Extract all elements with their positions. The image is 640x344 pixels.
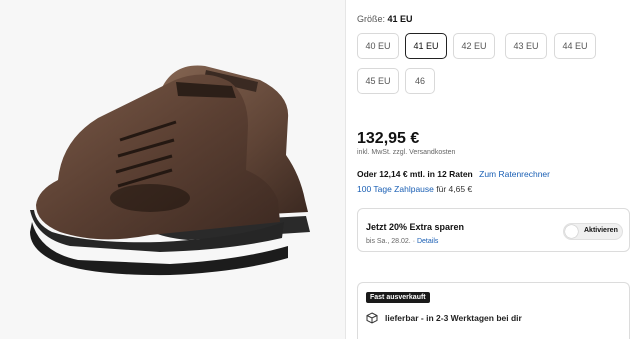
selected-size: 41 EU	[387, 14, 413, 24]
promo-details-link[interactable]: Details	[417, 238, 438, 245]
installment-info: Oder 12,14 € mtl. in 12 Raten Zum Ratenr…	[357, 169, 550, 179]
size-label-text: Größe:	[357, 14, 386, 24]
product-image-area	[0, 0, 345, 339]
stock-info-box: Fast ausverkauft lieferbar - in 2-3 Werk…	[357, 282, 630, 339]
size-option-44[interactable]: 44 EU	[554, 33, 596, 59]
vat-text: inkl. MwSt. zzgl.	[357, 149, 408, 156]
size-option-45[interactable]: 45 EU	[357, 68, 399, 94]
size-option-43[interactable]: 43 EU	[505, 33, 547, 59]
payment-pause-link[interactable]: 100 Tage Zahlpause	[357, 184, 434, 194]
product-details-panel: Größe: 41 EU 40 EU 41 EU 42 EU 43 EU 44 …	[357, 0, 640, 339]
installment-calculator-link[interactable]: Zum Ratenrechner	[479, 169, 550, 179]
product-image-boots[interactable]	[0, 0, 345, 339]
toggle-label: Aktivieren	[584, 227, 618, 234]
promo-validity: bis Sa., 28.02. ·	[366, 238, 416, 245]
payment-pause-info: 100 Tage Zahlpause für 4,65 €	[357, 184, 472, 194]
promo-box: Jetzt 20% Extra sparen bis Sa., 28.02. ·…	[357, 208, 630, 252]
promo-title: Jetzt 20% Extra sparen	[366, 222, 465, 232]
size-option-40[interactable]: 40 EU	[357, 33, 399, 59]
size-label: Größe: 41 EU	[357, 14, 413, 24]
payment-pause-price: für 4,65 €	[436, 184, 473, 194]
size-option-46[interactable]: 46	[405, 68, 435, 94]
toggle-knob	[565, 225, 578, 238]
vat-note: inkl. MwSt. zzgl. Versandkosten	[357, 149, 455, 156]
promo-subtitle: bis Sa., 28.02. · Details	[366, 238, 438, 245]
product-price: 132,95 €	[357, 130, 420, 147]
installment-text: Oder 12,14 € mtl. in 12 Raten	[357, 169, 473, 179]
promo-activate-toggle[interactable]: Aktivieren	[563, 223, 623, 240]
size-option-41[interactable]: 41 EU	[405, 33, 447, 59]
delivery-info: lieferbar - in 2-3 Werktagen bei dir	[366, 312, 522, 324]
delivery-text: lieferbar - in 2-3 Werktagen bei dir	[385, 313, 522, 323]
low-stock-badge: Fast ausverkauft	[366, 292, 430, 303]
size-option-42[interactable]: 42 EU	[453, 33, 495, 59]
shipping-costs-link[interactable]: Versandkosten	[409, 149, 455, 156]
package-icon	[366, 312, 378, 324]
panel-divider	[345, 0, 346, 339]
